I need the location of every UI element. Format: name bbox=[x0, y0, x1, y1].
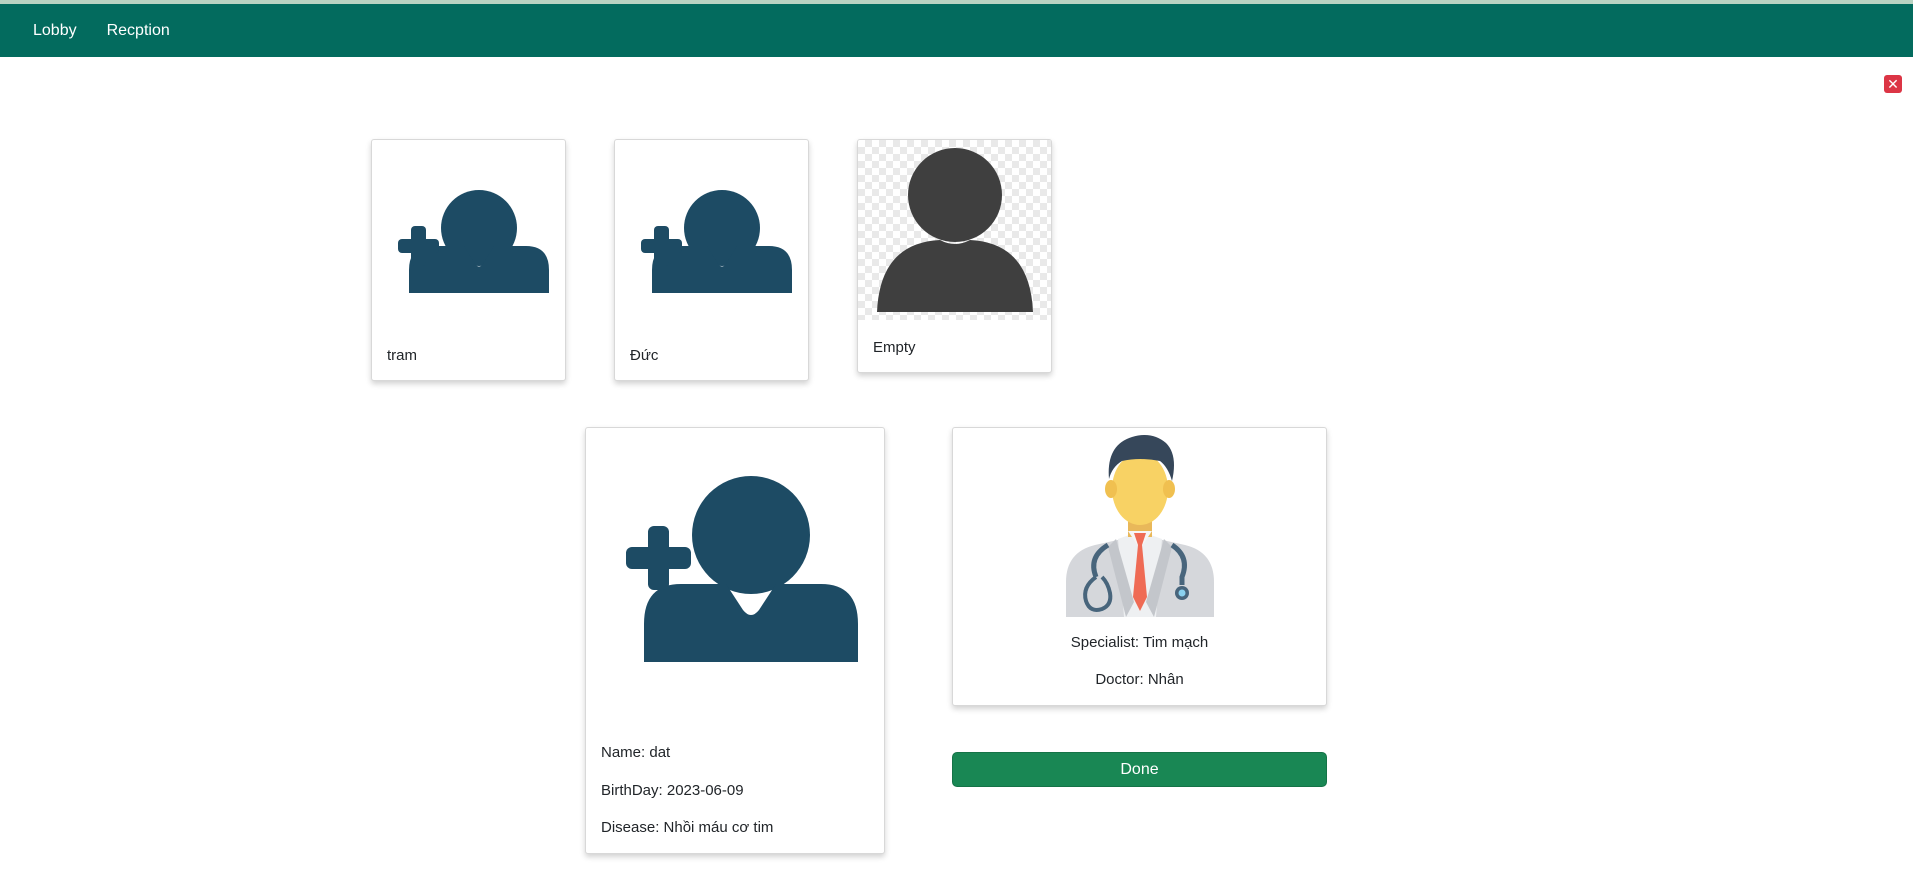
close-icon: ✕ bbox=[1887, 76, 1899, 92]
navbar: Lobby Recption bbox=[0, 4, 1913, 57]
add-user-icon bbox=[641, 190, 792, 293]
patient-disease-line: Disease: Nhồi máu cơ tim bbox=[601, 819, 774, 836]
patient-name: tram bbox=[387, 347, 417, 364]
nav-link-reception[interactable]: Recption bbox=[107, 22, 170, 40]
add-user-icon bbox=[398, 190, 549, 293]
doctor-card: Specialist: Tim mạch Doctor: Nhân bbox=[952, 427, 1327, 706]
patient-card-duc[interactable]: Đức bbox=[614, 139, 809, 381]
patient-card-tram[interactable]: tram bbox=[371, 139, 566, 381]
done-button[interactable]: Done bbox=[952, 752, 1327, 787]
nav-link-lobby[interactable]: Lobby bbox=[33, 22, 77, 40]
close-button[interactable]: ✕ bbox=[1884, 75, 1902, 93]
doctor-icon bbox=[1066, 435, 1214, 617]
doctor-name-line: Doctor: Nhân bbox=[1095, 671, 1184, 688]
selected-patient-card: Name: dat BirthDay: 2023-06-09 Disease: … bbox=[585, 427, 885, 854]
patient-name-line: Name: dat bbox=[601, 744, 671, 761]
doctor-specialist-line: Specialist: Tim mạch bbox=[1070, 634, 1209, 651]
user-silhouette-icon bbox=[877, 148, 1033, 312]
add-user-icon bbox=[626, 476, 858, 662]
patient-name: Empty bbox=[873, 339, 916, 356]
patient-birthday-line: BirthDay: 2023-06-09 bbox=[601, 782, 744, 799]
patient-card-empty[interactable]: Empty bbox=[857, 139, 1052, 373]
patient-name: Đức bbox=[630, 347, 659, 364]
